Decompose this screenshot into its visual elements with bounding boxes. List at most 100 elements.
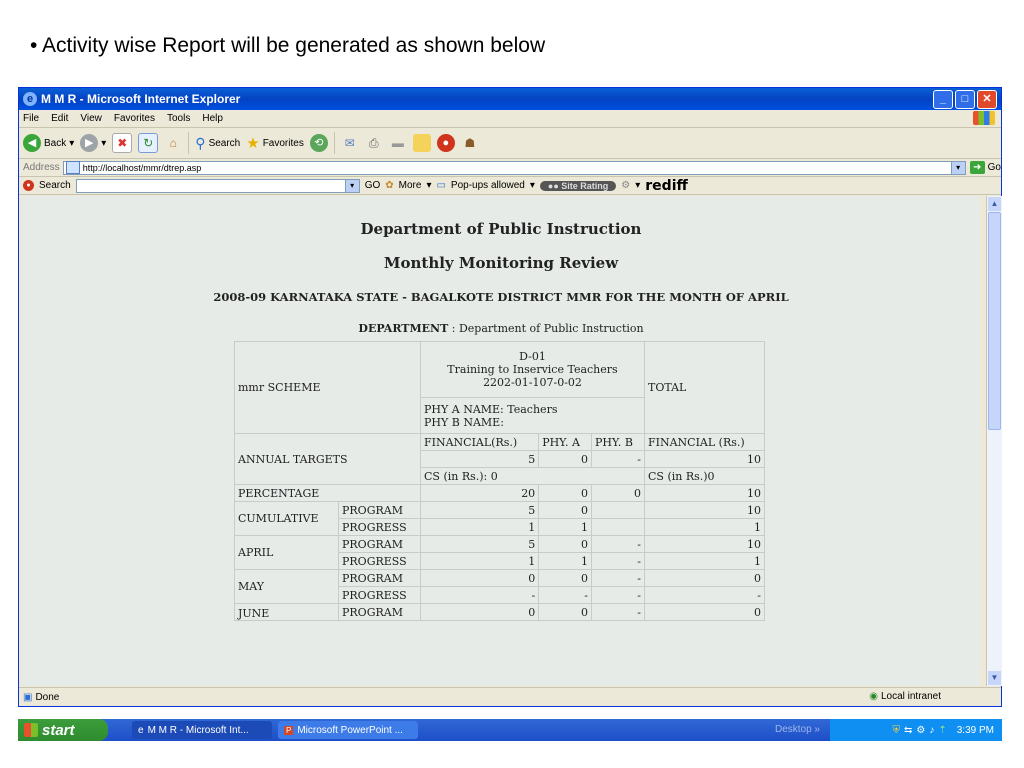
cell-phy-a: 0	[538, 603, 592, 621]
search-toolbar: ● Search ▾ GO ✿ More ▾ ▭ Pop-ups allowed…	[19, 177, 1001, 195]
toolbar-separator	[188, 132, 190, 154]
edit-icon[interactable]: ▬	[389, 134, 407, 152]
title-bar[interactable]: e M M R - Microsoft Internet Explorer _ …	[19, 88, 1001, 110]
taskbar-item-powerpoint[interactable]: P Microsoft PowerPoint ...	[278, 721, 418, 739]
gear-icon[interactable]: ⚙	[621, 180, 630, 191]
speaker-icon[interactable]: ♪	[929, 725, 934, 736]
window-title: M M R - Microsoft Internet Explorer	[41, 92, 241, 106]
cell-phy-a: 0	[538, 569, 592, 587]
percentage-phy-b: 0	[591, 484, 645, 502]
address-input[interactable]: http://localhost/mmr/dtrep.asp ▾	[62, 160, 966, 175]
department-value: : Department of Public Instruction	[448, 322, 644, 335]
minimize-button[interactable]: _	[933, 90, 953, 109]
intranet-icon: ◉	[869, 691, 878, 702]
address-label: Address	[23, 162, 60, 173]
cell-phy-a: 1	[538, 518, 592, 536]
row-kind: PROGRAM	[338, 569, 421, 587]
site-rating-badge[interactable]: ●● Site Rating	[539, 180, 617, 191]
target-financial: 5	[419, 450, 540, 468]
more-button[interactable]: More	[399, 180, 422, 191]
scroll-down-icon[interactable]: ▼	[988, 671, 1001, 685]
desktop-toolbar[interactable]: Desktop »	[775, 724, 820, 735]
shield-icon[interactable]: ⛨	[893, 725, 901, 736]
desktop-label: Desktop	[774, 724, 812, 735]
forward-arrow-icon: ▶	[80, 134, 99, 152]
scheme-detail-cell: D-01 Training to Inservice Teachers 2202…	[420, 341, 645, 398]
folder-icon[interactable]	[412, 134, 431, 152]
cell-financial: 1	[419, 518, 540, 536]
site-rating-label: Site Rating	[561, 180, 609, 191]
go-button[interactable]: ➜ Go	[969, 161, 1001, 174]
cell-phy-b	[591, 501, 645, 519]
toolbar-addon-icon[interactable]: ●	[436, 134, 455, 152]
tray-app-icon[interactable]: ⇡	[938, 725, 946, 736]
col-header-financial: FINANCIAL(Rs.)	[419, 433, 540, 451]
target-phy-b: -	[591, 450, 645, 468]
status-text: Done	[35, 692, 60, 703]
phy-b-name: PHY B NAME:	[424, 415, 504, 429]
scheme-account: 2202-01-107-0-02	[483, 376, 582, 389]
page-content: Department of Public Instruction Monthly…	[22, 196, 980, 686]
scheme-code: D-01	[519, 350, 546, 363]
menu-favorites[interactable]: Favorites	[114, 113, 155, 124]
taskbar-item-label: M M R - Microsoft Int...	[147, 724, 249, 736]
refresh-icon[interactable]: ↻	[138, 133, 159, 153]
address-bar: Address http://localhost/mmr/dtrep.asp ▾…	[19, 159, 1001, 177]
col-header-phy-a: PHY. A	[538, 433, 592, 451]
cell-total: 0	[644, 569, 765, 587]
toolbar-separator	[333, 132, 335, 154]
windows-flag-icon	[24, 723, 38, 737]
target-phy-a: 0	[538, 450, 592, 468]
searchbar-go-button[interactable]: GO	[365, 180, 381, 191]
mail-icon[interactable]: ✉	[341, 134, 359, 152]
period-label: APRIL	[234, 535, 339, 570]
settings-icon[interactable]: ⚙	[916, 725, 925, 736]
home-icon[interactable]: ⌂	[164, 134, 182, 152]
vertical-scrollbar[interactable]: ▲ ▼	[986, 196, 1002, 686]
popups-button[interactable]: Pop-ups allowed	[451, 180, 525, 191]
menu-help[interactable]: Help	[202, 113, 223, 124]
scheme-label-cell: mmr SCHEME	[234, 341, 421, 434]
cell-financial: 5	[419, 501, 540, 519]
cell-financial: 0	[419, 569, 540, 587]
row-kind: PROGRESS	[338, 518, 421, 536]
taskbar-item-ie[interactable]: e M M R - Microsoft Int...	[132, 721, 272, 739]
start-button[interactable]: start	[18, 719, 108, 741]
history-icon[interactable]: ⟲	[309, 134, 328, 152]
back-button[interactable]: ◀ Back ▾	[23, 134, 74, 152]
col-header-phy-b: PHY. B	[591, 433, 645, 451]
chevron-down-icon[interactable]: ▾	[344, 179, 359, 192]
address-url: http://localhost/mmr/dtrep.asp	[82, 162, 202, 173]
messenger-icon[interactable]: ☗	[461, 134, 479, 152]
favorites-button[interactable]: ★ Favorites	[246, 134, 304, 152]
stop-icon[interactable]: ✖	[112, 133, 133, 153]
page-status-icon: ▣	[23, 692, 33, 703]
powerpoint-icon: P	[284, 725, 294, 735]
report-title: 2008-09 KARNATAKA STATE - BAGALKOTE DIST…	[213, 290, 789, 304]
menu-view[interactable]: View	[80, 113, 102, 124]
scroll-thumb[interactable]	[988, 212, 1001, 430]
page-icon	[65, 161, 80, 174]
maximize-button[interactable]: □	[955, 90, 975, 109]
menu-bar: File Edit View Favorites Tools Help	[19, 110, 1001, 128]
search-icon: ⚲	[195, 134, 206, 151]
row-kind: PROGRESS	[338, 586, 421, 604]
rediff-logo: rediff	[645, 177, 688, 194]
percentage-phy-a: 0	[538, 484, 592, 502]
print-icon[interactable]: ⎙	[365, 134, 383, 152]
scroll-up-icon[interactable]: ▲	[988, 197, 1001, 211]
searchbar-input[interactable]: ▾	[75, 178, 360, 193]
menu-tools[interactable]: Tools	[167, 113, 190, 124]
menu-file[interactable]: File	[23, 113, 39, 124]
close-button[interactable]: ✕	[977, 90, 997, 109]
network-icon[interactable]: ⇆	[904, 725, 912, 736]
table-row: CUMULATIVE PROGRAM 5 0 10	[234, 501, 765, 536]
system-tray: ⛨ ⇆ ⚙ ♪ ⇡ 3:39 PM	[830, 719, 1002, 741]
target-total: 10	[644, 450, 765, 468]
cs-total: CS (in Rs.)0	[644, 467, 765, 485]
cell-phy-b: -	[591, 569, 645, 587]
forward-button[interactable]: ▶ ▾	[80, 134, 106, 152]
menu-edit[interactable]: Edit	[51, 113, 68, 124]
search-button[interactable]: ⚲ Search	[195, 135, 240, 152]
chevron-down-icon[interactable]: ▾	[950, 161, 965, 174]
